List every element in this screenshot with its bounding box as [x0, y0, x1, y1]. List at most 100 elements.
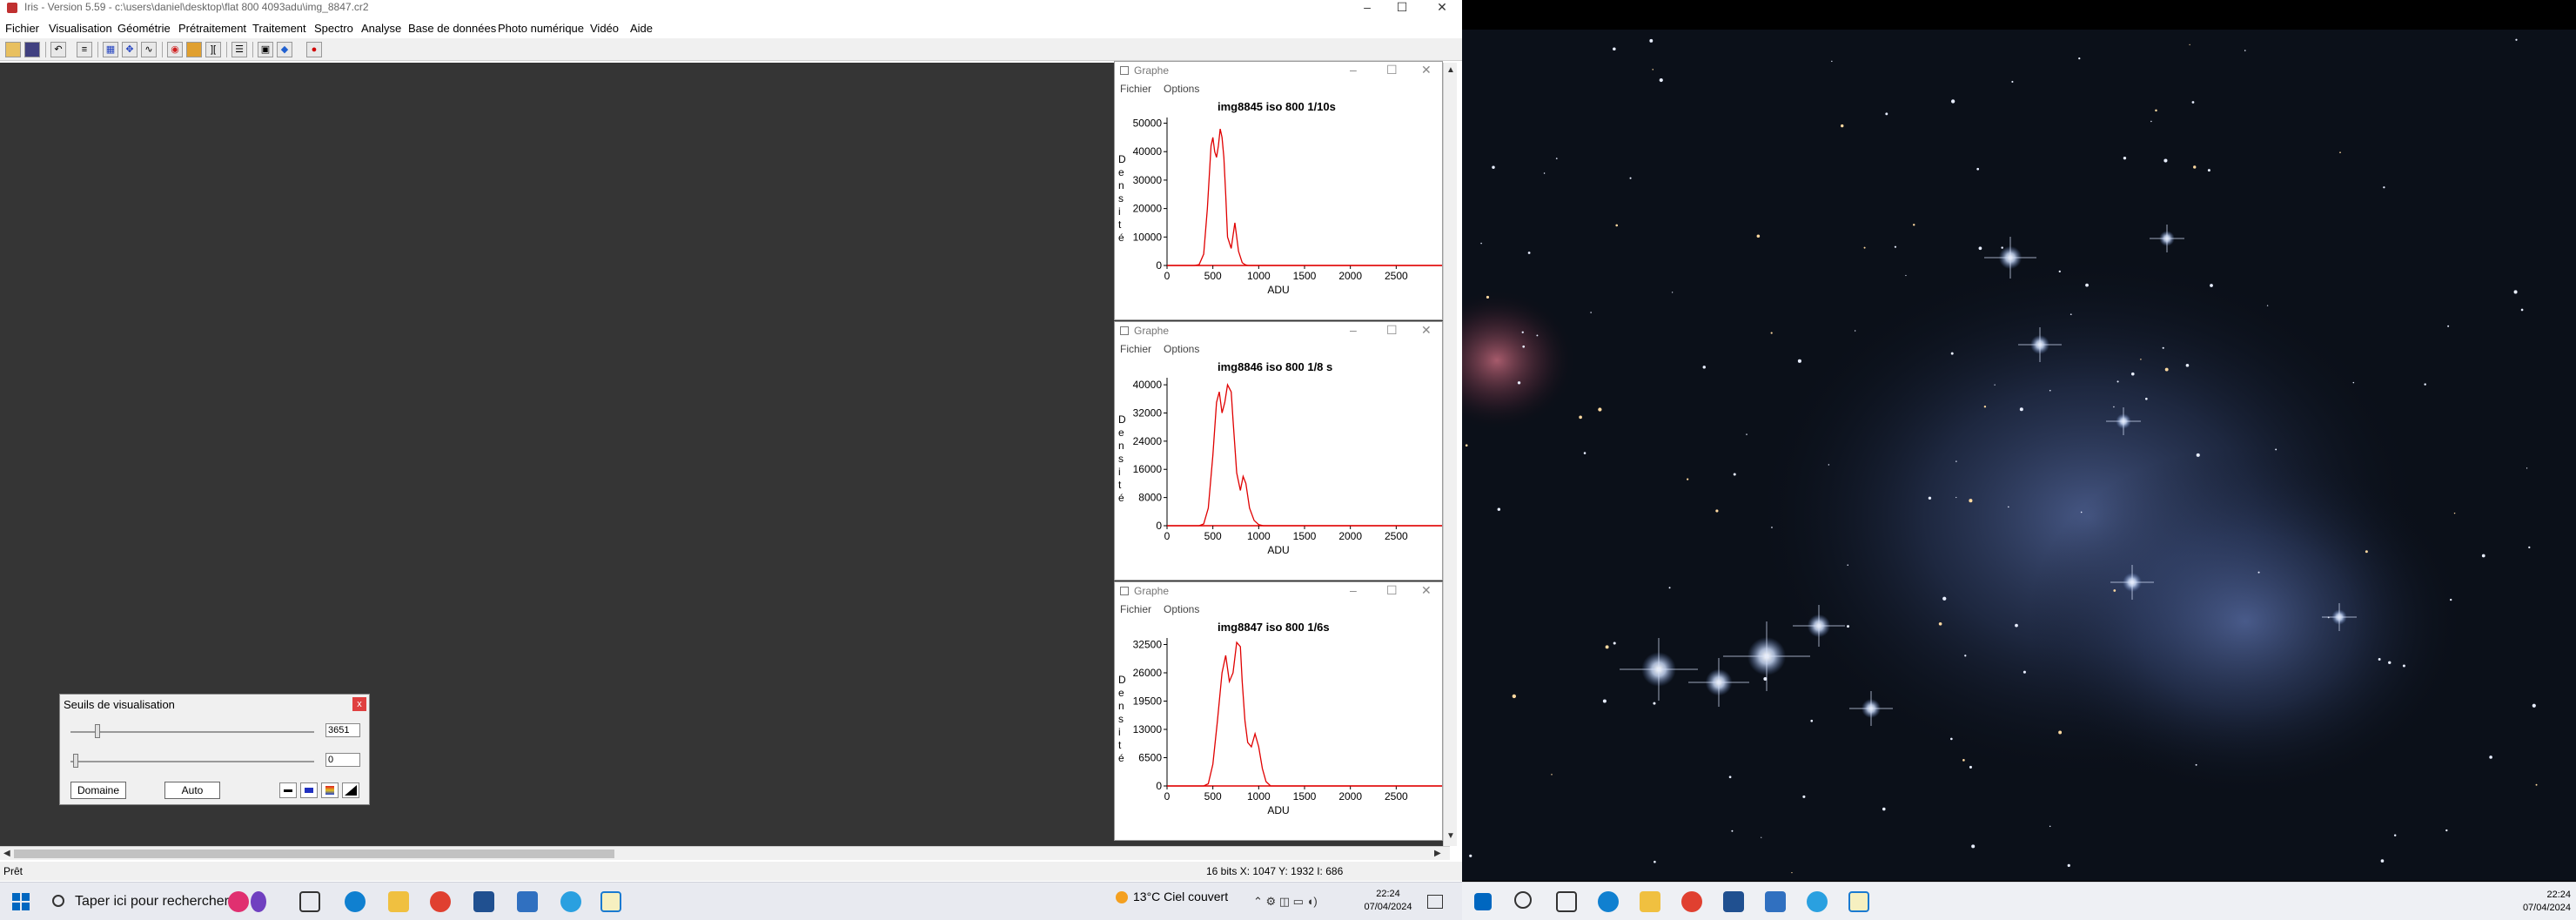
move-icon[interactable]: ✥ — [122, 42, 138, 57]
blue-square-icon[interactable]: ◆ — [277, 42, 292, 57]
graph-maximize-button[interactable]: ☐ — [1386, 323, 1398, 338]
gradient-mode-icon[interactable] — [342, 782, 359, 798]
file-explorer-icon[interactable] — [1640, 891, 1660, 912]
maximize-button[interactable]: ☐ — [1382, 0, 1422, 16]
telegram-icon[interactable] — [1807, 891, 1828, 912]
mail-icon[interactable] — [1765, 891, 1786, 912]
star — [1894, 245, 1897, 248]
record-icon[interactable]: ● — [306, 42, 322, 57]
mail-icon[interactable] — [517, 891, 538, 912]
task-view-icon[interactable] — [1556, 891, 1577, 912]
menu-pretraitement[interactable]: Prétraitement — [178, 22, 246, 35]
windows-start-icon[interactable] — [1474, 893, 1492, 910]
blue-mode-icon[interactable] — [300, 782, 318, 798]
camera-icon[interactable]: ▣ — [258, 42, 273, 57]
scroll-down-icon[interactable]: ▼ — [1446, 832, 1455, 841]
notification-icon[interactable] — [1427, 895, 1443, 909]
palette-icon[interactable] — [186, 42, 202, 57]
color-mode-icon[interactable] — [321, 782, 339, 798]
scroll-left-icon[interactable]: ◀ — [3, 849, 10, 858]
file-explorer-icon[interactable] — [388, 891, 409, 912]
system-tray-icons[interactable]: ⌃ ⚙ ◫ ▭ ◖) — [1253, 895, 1318, 909]
graph-menu-fichier[interactable]: Fichier — [1120, 83, 1151, 95]
secondary-taskbar-clock[interactable]: 22:24 07/04/2024 — [2505, 889, 2571, 915]
graph-menu-fichier[interactable]: Fichier — [1120, 603, 1151, 615]
red-circle-icon[interactable]: ◉ — [167, 42, 183, 57]
graph-close-button[interactable]: ✕ — [1421, 583, 1432, 598]
low-threshold-slider[interactable] — [70, 761, 314, 762]
save-icon[interactable] — [24, 42, 40, 57]
menu-photo-numerique[interactable]: Photo numérique — [498, 22, 584, 35]
clock-time: 22:24 — [2546, 890, 2571, 900]
weather-widget[interactable]: 13°C Ciel couvert — [1116, 890, 1228, 904]
list-icon[interactable]: ☰ — [231, 42, 247, 57]
graph-close-button[interactable]: ✕ — [1421, 323, 1432, 338]
edge-browser-icon[interactable] — [1598, 891, 1619, 912]
star — [2535, 783, 2538, 786]
open-folder-icon[interactable] — [5, 42, 21, 57]
edge-browser-icon[interactable] — [345, 891, 366, 912]
star — [1763, 677, 1768, 681]
taskbar-search[interactable]: Taper ici pour rechercher — [45, 890, 229, 914]
threshold-close-button[interactable]: x — [352, 697, 366, 711]
graph-maximize-button[interactable]: ☐ — [1386, 583, 1398, 598]
align-icon[interactable]: ≡ — [77, 42, 92, 57]
iris-taskbar-icon[interactable] — [1848, 891, 1869, 912]
graph-minimize-button[interactable]: – — [1350, 63, 1357, 77]
graph-icon[interactable]: ∿ — [141, 42, 157, 57]
task-view-icon[interactable] — [299, 891, 320, 912]
iris-taskbar-icon[interactable] — [600, 891, 621, 912]
menu-analyse[interactable]: Analyse — [361, 22, 401, 35]
search-icon[interactable] — [1514, 891, 1532, 909]
menu-aide[interactable]: Aide — [630, 22, 653, 35]
star — [1486, 295, 1490, 299]
scroll-up-icon[interactable]: ▲ — [1446, 66, 1455, 75]
star — [2447, 325, 2450, 327]
chrome-icon[interactable] — [430, 891, 451, 912]
graph-minimize-button[interactable]: – — [1350, 583, 1357, 597]
select-icon[interactable]: ▦ — [103, 42, 118, 57]
chrome-icon[interactable] — [1681, 891, 1702, 912]
high-threshold-slider[interactable] — [70, 731, 314, 733]
graph-menu-options[interactable]: Options — [1164, 83, 1199, 95]
scroll-right-icon[interactable]: ▶ — [1434, 849, 1441, 858]
menu-spectro[interactable]: Spectro — [314, 22, 353, 35]
menu-traitement[interactable]: Traitement — [252, 22, 306, 35]
high-threshold-field[interactable]: 3651 — [325, 723, 360, 737]
menu-visualisation[interactable]: Visualisation — [49, 22, 112, 35]
menu-video[interactable]: Vidéo — [590, 22, 619, 35]
graph-window-8846[interactable]: Graphe – ☐ ✕ Fichier Options img8846 iso… — [1114, 321, 1443, 581]
graph-menu-options[interactable]: Options — [1164, 343, 1199, 355]
auto-button[interactable]: Auto — [164, 782, 220, 799]
graph-close-button[interactable]: ✕ — [1421, 63, 1432, 77]
store-icon[interactable] — [473, 891, 494, 912]
telegram-icon[interactable] — [560, 891, 581, 912]
star — [1512, 694, 1517, 699]
high-threshold-thumb[interactable] — [94, 724, 100, 738]
graph-window-8847[interactable]: Graphe – ☐ ✕ Fichier Options img8847 iso… — [1114, 581, 1443, 841]
menu-fichier[interactable]: Fichier — [5, 22, 39, 35]
menu-base-de-donnees[interactable]: Base de données — [408, 22, 496, 35]
taskbar-clock[interactable]: 22:24 07/04/2024 — [1358, 888, 1419, 914]
graph-minimize-button[interactable]: – — [1350, 323, 1357, 337]
graph-menu-fichier[interactable]: Fichier — [1120, 343, 1151, 355]
graph-menu-options[interactable]: Options — [1164, 603, 1199, 615]
low-threshold-thumb[interactable] — [72, 754, 78, 768]
star — [1649, 38, 1654, 43]
vertical-scrollbar[interactable]: ▲ ▼ — [1443, 63, 1457, 846]
histogram-chart: img8847 iso 800 1/6s 0 6500 13000 19500 26000… — [1118, 621, 1442, 816]
low-threshold-field[interactable]: 0 — [325, 753, 360, 767]
undo-icon[interactable]: ↶ — [50, 42, 66, 57]
store-icon[interactable] — [1723, 891, 1744, 912]
horizontal-scroll-thumb[interactable] — [14, 849, 614, 858]
close-button[interactable]: ✕ — [1422, 0, 1462, 16]
bracket-icon[interactable]: ][ — [205, 42, 221, 57]
domain-button[interactable]: Domaine — [70, 782, 126, 799]
graph-window-8845[interactable]: Graphe – ☐ ✕ Fichier Options img8845 iso… — [1114, 61, 1443, 320]
graph-maximize-button[interactable]: ☐ — [1386, 63, 1398, 77]
black-mode-icon[interactable] — [279, 782, 297, 798]
x-tick-label: 2500 — [1385, 790, 1408, 802]
menu-geometrie[interactable]: Géométrie — [117, 22, 171, 35]
horizontal-scrollbar[interactable]: ◀ ▶ — [0, 846, 1450, 860]
windows-start-icon[interactable] — [12, 893, 30, 910]
